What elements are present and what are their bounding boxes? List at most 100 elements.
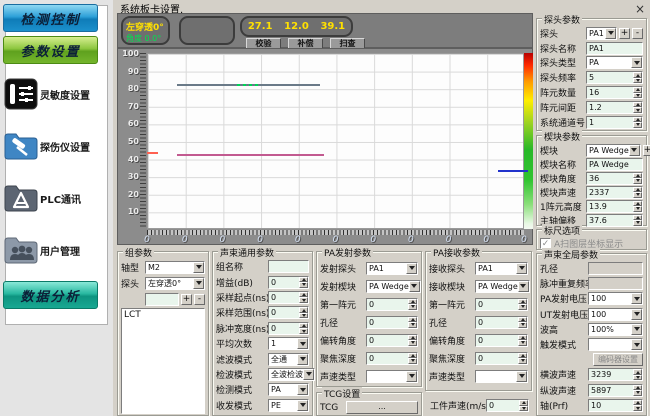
add-button[interactable]: + [619, 28, 630, 39]
chevron-down-icon[interactable] [409, 281, 420, 292]
chevron-down-icon[interactable] [303, 369, 314, 380]
spin-down-icon[interactable] [299, 313, 308, 319]
sidebar-item-flaw-detector[interactable]: 探伤仪设置 [2, 120, 100, 172]
spin-down-icon[interactable] [633, 220, 642, 226]
sidebar-item-sensitivity[interactable]: 灵敏度设置 [2, 68, 100, 120]
chevron-down-icon[interactable] [516, 263, 527, 274]
chevron-down-icon[interactable] [406, 371, 417, 382]
chevron-down-icon[interactable] [605, 28, 616, 39]
first-element-height[interactable]: 13.9 [586, 200, 643, 213]
chevron-down-icon[interactable] [297, 400, 308, 411]
wedge-angle[interactable]: 36 [586, 172, 643, 185]
group-list[interactable]: LCT [121, 308, 205, 414]
rx-aperture[interactable]: 0 [475, 316, 528, 329]
list-item[interactable]: LCT [124, 310, 202, 320]
rx-first-element[interactable]: 0 [475, 298, 528, 311]
remove-button[interactable]: - [194, 294, 205, 305]
spin-down-icon[interactable] [408, 322, 417, 328]
rx-wedge[interactable]: PA Wedge [475, 280, 530, 293]
axis-type[interactable]: M2 [145, 261, 205, 274]
chevron-down-icon[interactable] [297, 354, 308, 365]
spin-down-icon[interactable] [518, 340, 527, 346]
close-icon[interactable]: × [634, 2, 646, 16]
add-button[interactable]: + [181, 294, 192, 305]
spin-down-icon[interactable] [518, 304, 527, 310]
remove-button[interactable]: - [632, 28, 643, 39]
sidebar-item-users[interactable]: 用户管理 [2, 224, 100, 276]
spin-down-icon[interactable] [633, 122, 642, 128]
rx-probe[interactable]: PA1 [475, 262, 528, 275]
group-add-field[interactable] [145, 293, 179, 306]
spin-down-icon[interactable] [518, 322, 527, 328]
rx-velocity-type[interactable] [475, 370, 528, 383]
detect-control-button[interactable]: 检测控制 [3, 4, 98, 32]
chevron-down-icon[interactable] [297, 338, 308, 349]
group-probe[interactable]: 左穿透0° [145, 277, 205, 290]
sample-start[interactable]: 0 [268, 291, 309, 304]
chevron-down-icon[interactable] [193, 278, 204, 289]
tx-aperture[interactable]: 0 [366, 316, 418, 329]
workpiece-velocity-field[interactable]: 0 [486, 399, 529, 412]
system-channel[interactable]: 1 [586, 116, 643, 129]
chevron-down-icon[interactable] [631, 57, 642, 68]
tx-focus-depth[interactable]: 0 [366, 352, 418, 365]
add-button[interactable]: + [643, 145, 650, 156]
param-settings-button[interactable]: 参数设置 [3, 36, 98, 64]
rectify-mode[interactable]: 全波检波 [268, 368, 315, 381]
spin-down-icon[interactable] [408, 358, 417, 364]
average-count[interactable]: 1 [268, 337, 309, 350]
chevron-down-icon[interactable] [518, 281, 529, 292]
spin-down-icon[interactable] [518, 358, 527, 364]
rx-focus-depth[interactable]: 0 [475, 352, 528, 365]
spin-down-icon[interactable] [633, 107, 642, 113]
spin-down-icon[interactable] [408, 304, 417, 310]
wedge-velocity[interactable]: 2337 [586, 186, 643, 199]
spin-down-icon[interactable] [633, 78, 642, 84]
element-pitch[interactable]: 1.2 [586, 101, 643, 114]
ut-transmit-voltage[interactable]: 100 [588, 308, 643, 321]
rx-deflect-angle[interactable]: 0 [475, 334, 528, 347]
wedge-select[interactable]: PA Wedge [586, 144, 641, 157]
spin-down-icon[interactable] [633, 405, 642, 411]
spin-down-icon[interactable] [299, 297, 308, 303]
chevron-down-icon[interactable] [629, 145, 640, 156]
shear-wave-velocity[interactable]: 3239 [588, 368, 643, 381]
spin-down-icon[interactable] [633, 390, 642, 396]
detect-mode[interactable]: PA [268, 383, 309, 396]
chevron-down-icon[interactable] [516, 371, 527, 382]
wedge-name[interactable]: PA Wedge [586, 158, 643, 171]
spin-down-icon[interactable] [633, 192, 642, 198]
tx-deflect-angle[interactable]: 0 [366, 334, 418, 347]
probe-name[interactable]: PA1 [586, 42, 643, 55]
probe-select[interactable]: PA1 [586, 27, 617, 40]
pulse-width[interactable]: 0 [268, 322, 309, 335]
sample-range[interactable]: 0 [268, 306, 309, 319]
main-axis-offset[interactable]: 37.6 [586, 214, 643, 227]
tx-probe[interactable]: PA1 [366, 262, 418, 275]
tx-wedge[interactable]: PA Wedge [366, 280, 421, 293]
tcg-button[interactable]: ... [346, 401, 418, 414]
prf-axis[interactable]: 10 [588, 399, 643, 412]
probe-frequency[interactable]: 5 [586, 71, 643, 84]
trigger-mode[interactable] [588, 338, 643, 351]
chevron-down-icon[interactable] [631, 324, 642, 335]
chevron-down-icon[interactable] [193, 262, 204, 273]
spin-down-icon[interactable] [633, 375, 642, 381]
chevron-down-icon[interactable] [406, 263, 417, 274]
txrx-mode[interactable]: PE [268, 399, 309, 412]
group-name[interactable] [268, 260, 309, 273]
spin-down-icon[interactable] [633, 206, 642, 212]
tx-first-element[interactable]: 0 [366, 298, 418, 311]
spin-down-icon[interactable] [633, 93, 642, 99]
filter-mode[interactable]: 全通 [268, 353, 309, 366]
chevron-down-icon[interactable] [631, 293, 642, 304]
spin-down-icon[interactable] [408, 340, 417, 346]
probe-type[interactable]: PA [586, 56, 643, 69]
spin-down-icon[interactable] [299, 282, 308, 288]
chevron-down-icon[interactable] [631, 309, 642, 320]
sidebar-item-plc[interactable]: PLC通讯 [2, 172, 100, 224]
data-analysis-button[interactable]: 数据分析 [3, 281, 98, 309]
chevron-down-icon[interactable] [297, 384, 308, 395]
pa-transmit-voltage[interactable]: 100 [588, 292, 643, 305]
tx-velocity-type[interactable] [366, 370, 418, 383]
